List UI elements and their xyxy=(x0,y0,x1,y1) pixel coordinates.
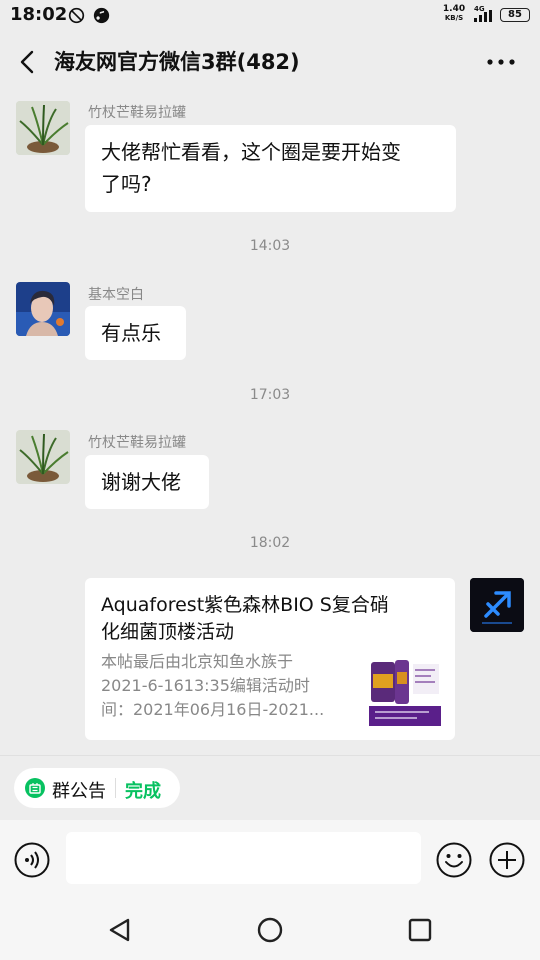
status-time: 18:02 xyxy=(10,4,68,25)
link-card-description-line: 间：2021年06月16日-2021... xyxy=(101,700,325,719)
message-text-line: 了吗? xyxy=(101,172,152,196)
timestamp: 18:02 xyxy=(249,535,291,551)
nav-back-icon[interactable] xyxy=(104,914,136,946)
announcement-label: 群公告 xyxy=(52,781,106,802)
link-card-description-line: 本帖最后由北京知鱼水族于 xyxy=(101,652,294,671)
link-card-title: Aquaforest紫色森林BIO S复合硝 化细菌顶楼活动 xyxy=(101,592,443,646)
network-speed: 1.40 KB/S xyxy=(441,5,467,23)
network-speed-unit: KB/S xyxy=(444,14,464,22)
timestamp: 14:03 xyxy=(249,238,291,254)
divider xyxy=(0,755,540,756)
music-app-icon xyxy=(93,7,110,24)
orchid-avatar-image xyxy=(16,101,70,155)
link-card-description-line: 2021-6-1613:35编辑活动时 xyxy=(101,676,310,695)
input-bar xyxy=(0,820,540,900)
announcement-icon xyxy=(25,778,45,798)
sagittarius-avatar-image xyxy=(470,578,524,632)
chat-header: 海友网官方微信3群(482) xyxy=(0,32,540,92)
sender-name: 竹杖芒鞋易拉罐 xyxy=(88,435,186,451)
link-card-title-line: Aquaforest紫色森林BIO S复合硝 xyxy=(101,594,389,616)
message-bubble[interactable]: 大佬帮忙看看，这个圈是要开始变 了吗? xyxy=(85,125,456,212)
voice-input-icon[interactable] xyxy=(14,842,50,878)
link-card[interactable]: Aquaforest紫色森林BIO S复合硝 化细菌顶楼活动 本帖最后由北京知鱼… xyxy=(85,578,455,740)
separator xyxy=(115,778,116,798)
chevron-left-icon[interactable] xyxy=(14,48,42,76)
group-announcement-chip[interactable]: 群公告 完成 xyxy=(14,768,180,808)
message-text: 有点乐 xyxy=(101,321,161,345)
more-dots-icon[interactable] xyxy=(484,52,518,72)
nav-recent-apps-icon[interactable] xyxy=(404,914,436,946)
signal-icon xyxy=(474,10,492,22)
nav-home-icon[interactable] xyxy=(254,914,286,946)
message-text: 谢谢大佬 xyxy=(101,470,181,494)
avatar[interactable] xyxy=(16,430,70,484)
message-bubble[interactable]: 谢谢大佬 xyxy=(85,455,209,509)
message-input[interactable] xyxy=(66,832,421,884)
link-card-title-line: 化细菌顶楼活动 xyxy=(101,621,235,643)
message-text-line: 大佬帮忙看看，这个圈是要开始变 xyxy=(101,140,401,164)
link-card-description: 本帖最后由北京知鱼水族于 2021-6-1613:35编辑活动时 间：2021年… xyxy=(101,650,353,722)
network-speed-value: 1.40 xyxy=(442,4,466,14)
chat-title: 海友网官方微信3群(482) xyxy=(54,50,300,74)
status-bar: 18:02 1.40 KB/S 4G 85 xyxy=(0,0,540,32)
avatar[interactable] xyxy=(16,282,70,336)
message-bubble[interactable]: 有点乐 xyxy=(85,306,186,360)
sender-name: 基本空白 xyxy=(88,287,144,303)
orchid-avatar-image xyxy=(16,430,70,484)
done-button[interactable]: 完成 xyxy=(125,777,161,803)
avatar[interactable] xyxy=(16,101,70,155)
system-nav-bar xyxy=(0,900,540,960)
emoji-icon[interactable] xyxy=(436,842,472,878)
do-not-disturb-icon xyxy=(68,7,85,24)
product-thumbnail-image xyxy=(369,656,441,726)
timestamp: 17:03 xyxy=(249,387,291,403)
avatar[interactable] xyxy=(470,578,524,632)
plus-icon[interactable] xyxy=(489,842,525,878)
portrait-avatar-image xyxy=(16,282,70,336)
sender-name: 竹杖芒鞋易拉罐 xyxy=(88,105,186,121)
battery-icon: 85 xyxy=(500,8,530,22)
